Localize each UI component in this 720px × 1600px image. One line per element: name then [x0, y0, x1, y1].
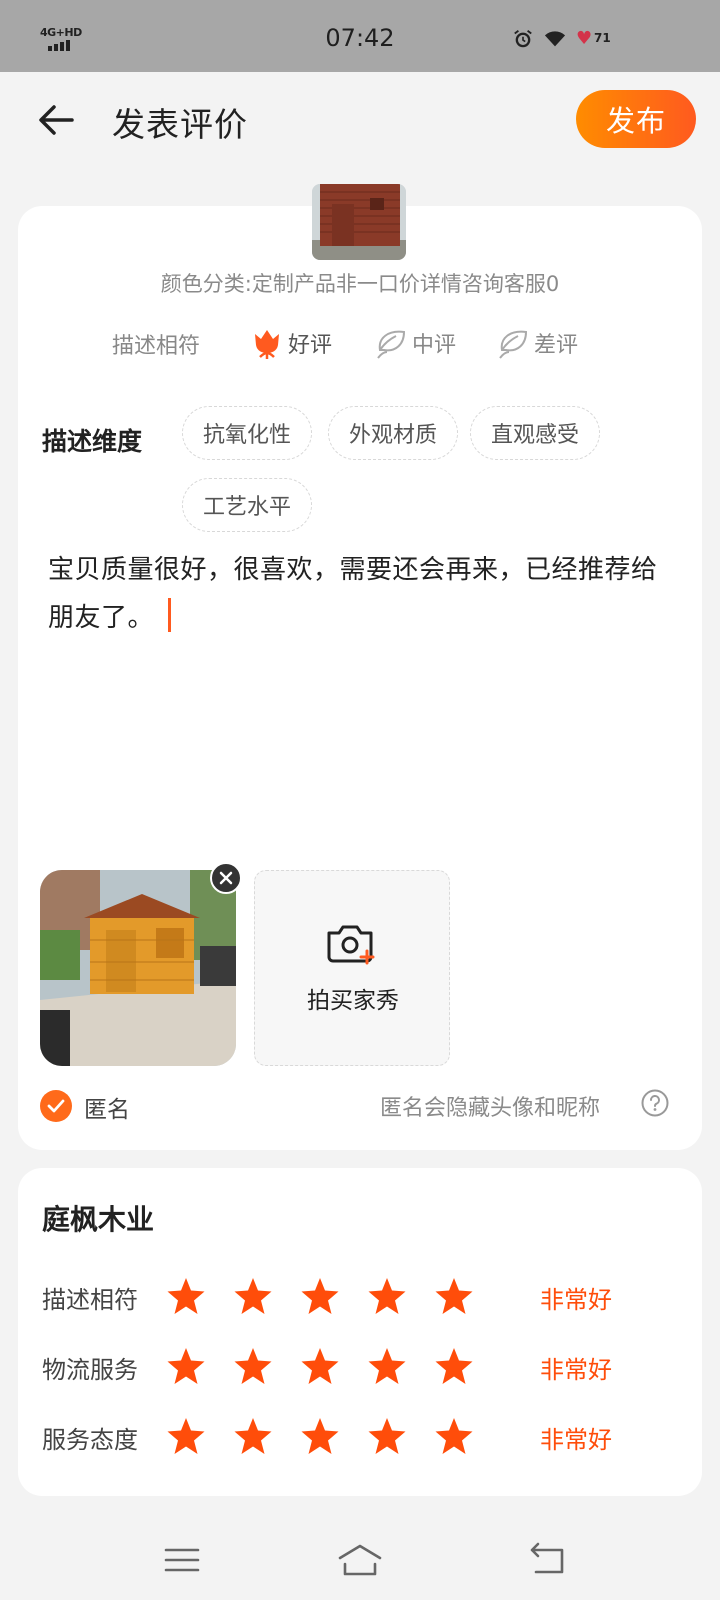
- star-rating[interactable]: [166, 1346, 474, 1386]
- arrow-left-icon: [39, 105, 74, 135]
- help-icon[interactable]: [640, 1088, 670, 1118]
- dimension-label: 描述维度: [42, 427, 143, 456]
- add-photo-button[interactable]: 拍买家秀: [254, 870, 450, 1066]
- overall-rating: 描述相符 好评 中评 差评: [18, 320, 702, 366]
- anonymous-checkbox[interactable]: [40, 1090, 72, 1122]
- review-text-area[interactable]: 宝贝质量很好，很喜欢，需要还会再来，已经推荐给朋友了。: [48, 546, 678, 642]
- star-icon[interactable]: [367, 1346, 407, 1386]
- anonymous-label[interactable]: 匿名: [84, 1090, 130, 1124]
- rating-option-label: 中评: [412, 333, 457, 358]
- star-icon[interactable]: [233, 1346, 273, 1386]
- network-signal-icon: 4G+HD: [40, 26, 84, 54]
- review-card: 颜色分类:定制产品非一口价详情咨询客服0 描述相符 好评 中评 差评 描述维度: [18, 184, 702, 1150]
- star-icon[interactable]: [434, 1276, 474, 1316]
- add-photo-label: 拍买家秀: [307, 988, 399, 1014]
- rating-option-bad[interactable]: 差评: [496, 322, 578, 364]
- star-icon[interactable]: [233, 1416, 273, 1456]
- dimension-tag[interactable]: 外观材质: [328, 406, 459, 460]
- star-rating[interactable]: [166, 1416, 474, 1456]
- battery-icon: ♥ 71: [576, 28, 611, 49]
- star-icon[interactable]: [166, 1276, 206, 1316]
- text-cursor: [168, 598, 172, 632]
- star-icon[interactable]: [233, 1276, 273, 1316]
- rating-label: 描述相符: [112, 334, 201, 359]
- system-navigation-bar: [0, 1520, 720, 1600]
- rating-option-label: 好评: [288, 333, 333, 358]
- publish-button[interactable]: 发布: [576, 90, 696, 148]
- dimension-tag[interactable]: 抗氧化性: [182, 406, 313, 460]
- header: 发表评价 发布: [0, 72, 720, 172]
- status-time: 07:42: [325, 24, 395, 52]
- star-icon[interactable]: [300, 1416, 340, 1456]
- score-label: 物流服务: [42, 1356, 138, 1384]
- leaf-icon: [377, 330, 406, 359]
- score-row-logistics: 物流服务 非常好: [18, 1342, 702, 1392]
- star-rating[interactable]: [166, 1276, 474, 1316]
- star-icon[interactable]: [166, 1416, 206, 1456]
- wilted-leaf-icon: [499, 330, 528, 359]
- home-icon[interactable]: [336, 1542, 384, 1578]
- back-nav-icon[interactable]: [528, 1542, 568, 1578]
- star-icon[interactable]: [434, 1346, 474, 1386]
- score-row-description: 描述相符 非常好: [18, 1272, 702, 1322]
- star-icon[interactable]: [166, 1346, 206, 1386]
- wifi-icon: [544, 31, 566, 47]
- anonymous-hint: 匿名会隐藏头像和昵称: [380, 1096, 601, 1121]
- product-thumbnail: [312, 184, 406, 260]
- shop-rating-card: 庭枫木业 描述相符 非常好 物流服务 非常好 服务态度 非常好: [18, 1168, 702, 1496]
- score-label: 描述相符: [42, 1286, 138, 1314]
- star-icon[interactable]: [367, 1416, 407, 1456]
- dimension-tag[interactable]: 工艺水平: [182, 478, 313, 532]
- camera-plus-icon: [327, 925, 375, 965]
- score-label: 服务态度: [42, 1426, 138, 1454]
- alarm-icon: [514, 30, 532, 48]
- rating-option-good[interactable]: 好评: [250, 322, 332, 364]
- checkmark-icon: [47, 1099, 65, 1113]
- score-text: 非常好: [540, 1426, 612, 1454]
- menu-icon[interactable]: [162, 1542, 202, 1578]
- status-bar: 4G+HD 07:42 ♥ 71: [0, 0, 720, 72]
- score-text: 非常好: [540, 1286, 612, 1314]
- score-row-service: 服务态度 非常好: [18, 1412, 702, 1462]
- close-icon: [219, 871, 233, 885]
- rating-option-label: 差评: [534, 333, 579, 358]
- flower-icon: [255, 330, 279, 359]
- star-icon[interactable]: [300, 1276, 340, 1316]
- remove-photo-button[interactable]: [210, 862, 242, 894]
- score-text: 非常好: [540, 1356, 612, 1384]
- star-icon[interactable]: [367, 1276, 407, 1316]
- shop-name: 庭枫木业: [42, 1203, 155, 1236]
- network-type: 4G+HD: [40, 26, 82, 39]
- star-icon[interactable]: [434, 1416, 474, 1456]
- battery-level: 71: [594, 31, 611, 45]
- page-title: 发表评价: [112, 105, 248, 144]
- review-text: 宝贝质量很好，很喜欢，需要还会再来，已经推荐给朋友了。: [48, 555, 658, 633]
- dimension-tag[interactable]: 直观感受: [470, 406, 601, 460]
- star-icon[interactable]: [300, 1346, 340, 1386]
- back-button[interactable]: [34, 98, 78, 142]
- uploaded-photo[interactable]: [40, 870, 236, 1066]
- rating-option-neutral[interactable]: 中评: [374, 322, 456, 364]
- product-variant: 颜色分类:定制产品非一口价详情咨询客服0: [160, 272, 560, 296]
